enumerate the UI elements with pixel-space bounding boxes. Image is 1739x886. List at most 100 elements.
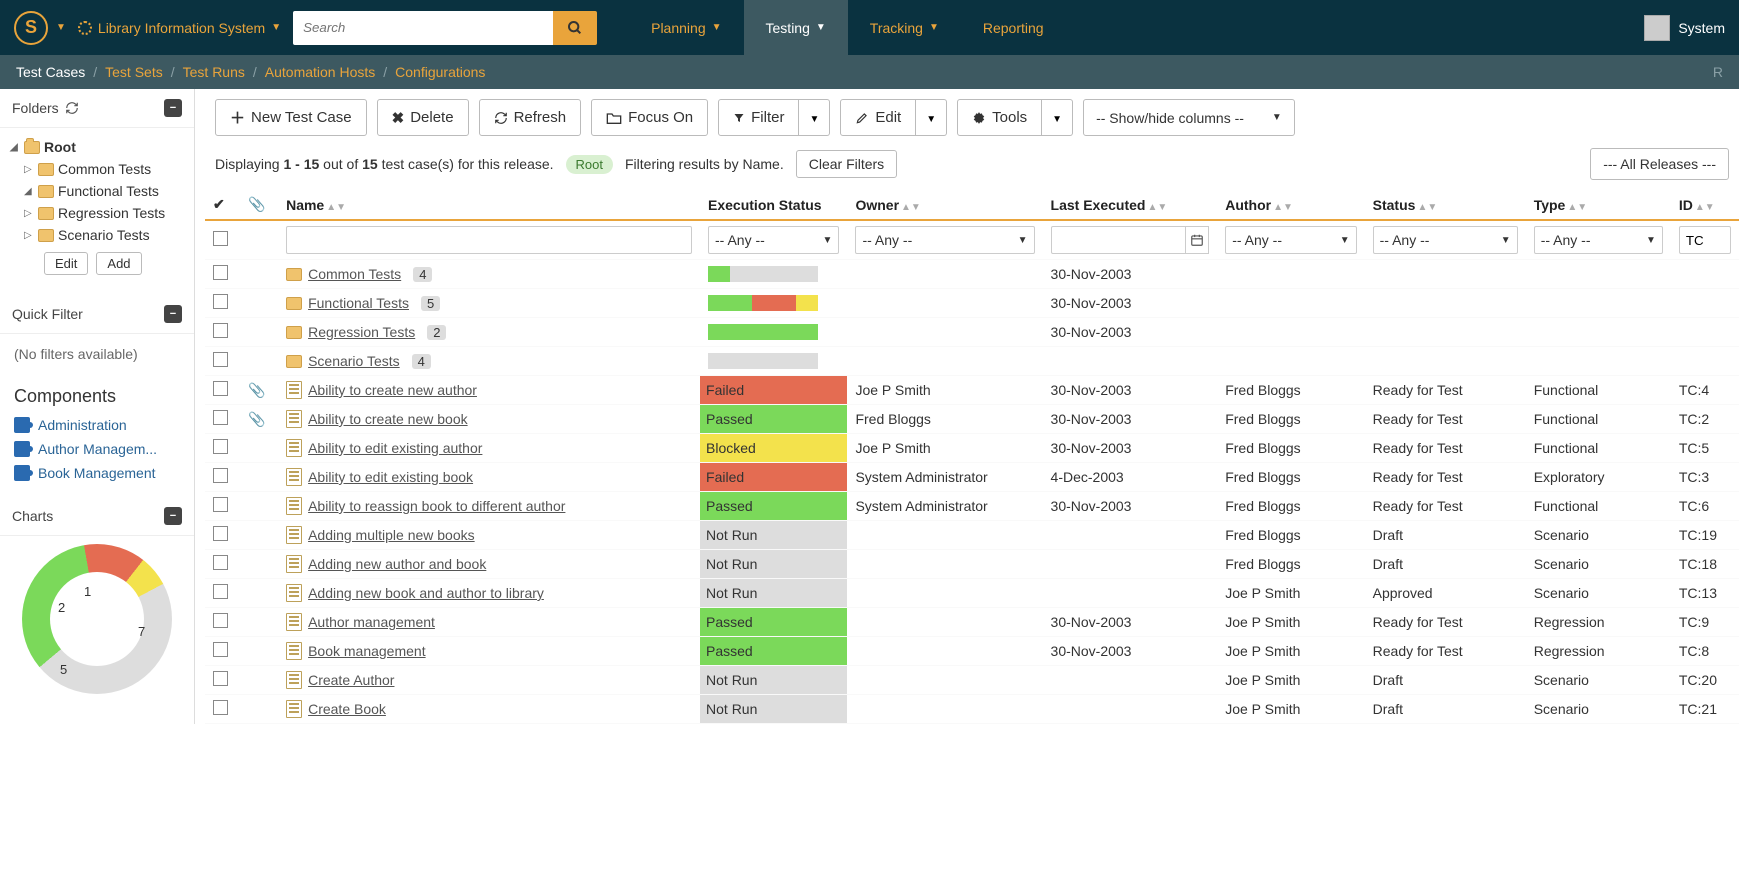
col-name[interactable]: Name▲▼ <box>278 190 700 220</box>
row-checkbox[interactable] <box>213 410 228 425</box>
collapse-button[interactable]: − <box>164 305 182 323</box>
subnav-configurations[interactable]: Configurations <box>395 64 485 80</box>
expander-icon[interactable]: ◢ <box>10 142 20 153</box>
tree-root[interactable]: ◢ Root <box>10 136 190 158</box>
subnav-test-runs[interactable]: Test Runs <box>183 64 245 80</box>
row-checkbox[interactable] <box>213 323 228 338</box>
nav-link-reporting[interactable]: Reporting <box>961 0 1066 55</box>
testcase-link[interactable]: Adding multiple new books <box>308 527 475 543</box>
tree-item[interactable]: ▷Common Tests <box>10 158 190 180</box>
col-last-executed[interactable]: Last Executed▲▼ <box>1043 190 1218 220</box>
folder-link[interactable]: Regression Tests <box>308 324 415 340</box>
filter-owner-select[interactable]: -- Any --▼ <box>855 226 1034 254</box>
row-checkbox[interactable] <box>213 526 228 541</box>
row-checkbox[interactable] <box>213 700 228 715</box>
row-checkbox[interactable] <box>213 439 228 454</box>
component-item[interactable]: Administration <box>0 413 194 437</box>
showhide-columns-select[interactable]: -- Show/hide columns -- ▼ <box>1083 99 1295 136</box>
filter-status-select[interactable]: -- Any --▼ <box>1373 226 1518 254</box>
user-menu[interactable]: System <box>1644 15 1725 41</box>
nav-link-planning[interactable]: Planning ▼ <box>629 0 743 55</box>
testcase-link[interactable]: Create Author <box>308 672 394 688</box>
collapse-button[interactable]: − <box>164 507 182 525</box>
filter-name-input[interactable] <box>286 226 692 254</box>
row-checkbox[interactable] <box>213 497 228 512</box>
refresh-icon[interactable] <box>65 101 79 115</box>
calendar-button[interactable] <box>1186 226 1210 254</box>
logo[interactable]: S ▼ <box>14 11 66 45</box>
expander-icon[interactable]: ▷ <box>24 230 34 241</box>
folder-link[interactable]: Functional Tests <box>308 295 409 311</box>
edit-caret[interactable]: ▼ <box>916 99 947 136</box>
delete-button[interactable]: ✖Delete <box>377 99 469 136</box>
col-owner[interactable]: Owner▲▼ <box>847 190 1042 220</box>
testcase-link[interactable]: Ability to create new author <box>308 382 477 398</box>
filter-type-select[interactable]: -- Any --▼ <box>1534 226 1663 254</box>
filter-author-select[interactable]: -- Any --▼ <box>1225 226 1356 254</box>
testcase-link[interactable]: Author management <box>308 614 435 630</box>
col-author[interactable]: Author▲▼ <box>1217 190 1364 220</box>
row-checkbox[interactable] <box>213 352 228 367</box>
testcase-link[interactable]: Ability to edit existing author <box>308 440 482 456</box>
refresh-button[interactable]: Refresh <box>479 99 582 136</box>
row-checkbox[interactable] <box>213 294 228 309</box>
tree-add-button[interactable]: Add <box>96 252 141 275</box>
focus-on-button[interactable]: Focus On <box>591 99 708 136</box>
row-checkbox[interactable] <box>213 265 228 280</box>
filter-caret[interactable]: ▼ <box>799 99 830 136</box>
select-all-checkbox[interactable] <box>213 231 228 246</box>
row-checkbox[interactable] <box>213 555 228 570</box>
edit-button[interactable]: Edit <box>840 99 916 136</box>
breadcrumb-badge[interactable]: Root <box>566 155 613 174</box>
search-input[interactable] <box>293 11 553 45</box>
tree-item[interactable]: ▷Regression Tests <box>10 202 190 224</box>
filter-exec-select[interactable]: -- Any --▼ <box>708 226 839 254</box>
folder-link[interactable]: Common Tests <box>308 266 401 282</box>
testcase-link[interactable]: Adding new book and author to library <box>308 585 544 601</box>
testcase-link[interactable]: Adding new author and book <box>308 556 486 572</box>
testcase-link[interactable]: Create Book <box>308 701 386 717</box>
tools-button[interactable]: Tools <box>957 99 1042 136</box>
filter-id-input[interactable] <box>1679 226 1731 254</box>
row-checkbox[interactable] <box>213 671 228 686</box>
tools-caret[interactable]: ▼ <box>1042 99 1073 136</box>
testcase-link[interactable]: Ability to reassign book to different au… <box>308 498 565 514</box>
tree-item[interactable]: ◢Functional Tests <box>10 180 190 202</box>
nav-link-tracking[interactable]: Tracking ▼ <box>848 0 961 55</box>
subnav-automation-hosts[interactable]: Automation Hosts <box>265 64 376 80</box>
clear-filters-button[interactable]: Clear Filters <box>796 150 897 178</box>
row-checkbox[interactable] <box>213 642 228 657</box>
collapse-button[interactable]: − <box>164 99 182 117</box>
nav-link-testing[interactable]: Testing ▼ <box>744 0 848 55</box>
expander-icon[interactable]: ▷ <box>24 208 34 219</box>
subnav-test-cases[interactable]: Test Cases <box>16 64 85 80</box>
release-select[interactable]: --- All Releases --- <box>1590 148 1729 180</box>
expander-icon[interactable]: ◢ <box>24 186 34 197</box>
check-icon[interactable]: ✔ <box>213 196 225 212</box>
subnav-test-sets[interactable]: Test Sets <box>105 64 163 80</box>
component-item[interactable]: Author Managem... <box>0 437 194 461</box>
testcase-link[interactable]: Ability to create new book <box>308 411 468 427</box>
testcase-link[interactable]: Ability to edit existing book <box>308 469 473 485</box>
col-id[interactable]: ID▲▼ <box>1671 190 1739 220</box>
tree-edit-button[interactable]: Edit <box>44 252 88 275</box>
tree-item[interactable]: ▷Scenario Tests <box>10 224 190 246</box>
row-checkbox[interactable] <box>213 613 228 628</box>
col-exec-status[interactable]: Execution Status <box>700 190 847 220</box>
col-type[interactable]: Type▲▼ <box>1526 190 1671 220</box>
row-checkbox[interactable] <box>213 381 228 396</box>
search-button[interactable] <box>553 11 597 45</box>
folder-link[interactable]: Scenario Tests <box>308 353 400 369</box>
attachment-icon[interactable]: 📎 <box>248 196 265 212</box>
project-selector[interactable]: Library Information System ▼ <box>78 20 281 36</box>
component-item[interactable]: Book Management <box>0 461 194 485</box>
testcase-link[interactable]: Book management <box>308 643 426 659</box>
filter-button[interactable]: Filter <box>718 99 799 136</box>
row-checkbox[interactable] <box>213 584 228 599</box>
col-status[interactable]: Status▲▼ <box>1365 190 1526 220</box>
expander-icon[interactable]: ▷ <box>24 164 34 175</box>
filter-lastexec-input[interactable] <box>1051 226 1186 254</box>
chevron-down-icon: ▼ <box>1501 235 1511 246</box>
row-checkbox[interactable] <box>213 468 228 483</box>
new-test-case-button[interactable]: ＋New Test Case <box>215 99 367 136</box>
